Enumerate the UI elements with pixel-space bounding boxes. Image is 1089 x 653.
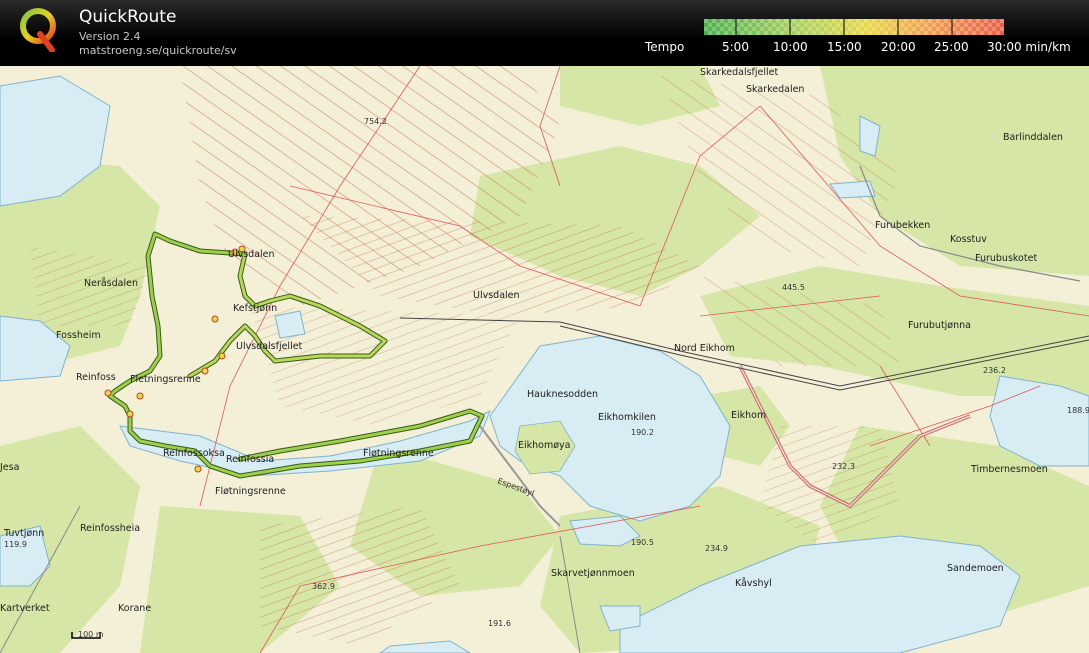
tempo-label: Tempo bbox=[645, 40, 685, 54]
place-label: Eikhomkilen bbox=[598, 412, 656, 423]
elevation-label: 232.3 bbox=[832, 462, 855, 471]
place-label: Sandemoen bbox=[947, 563, 1004, 574]
place-label: Fletningsrenne bbox=[130, 374, 201, 385]
app-header: QuickRoute Version 2.4 matstroeng.se/qui… bbox=[0, 0, 1089, 66]
place-label: Korane bbox=[118, 603, 151, 614]
elevation-label: 190.5 bbox=[631, 538, 654, 547]
place-label: Tuvtjønn bbox=[3, 528, 44, 539]
place-label: Kefstjønn bbox=[233, 303, 277, 314]
quickroute-logo-icon bbox=[20, 8, 56, 52]
place-label: Furubutjønna bbox=[908, 320, 971, 331]
place-label: Skarkedalsfjellet bbox=[700, 67, 778, 78]
place-label: Ulvsdalen bbox=[473, 290, 520, 301]
tempo-tick: 20:00 bbox=[881, 40, 916, 54]
elevation-label: 191.6 bbox=[488, 619, 511, 628]
elevation-label: 188.9 bbox=[1067, 406, 1089, 415]
elevation-label: 234.9 bbox=[705, 544, 728, 553]
app-url[interactable]: matstroeng.se/quickroute/sv bbox=[79, 44, 237, 57]
place-label: Jesa bbox=[0, 462, 19, 473]
place-label: Nord Eikhom bbox=[674, 343, 735, 354]
tempo-tick: 5:00 bbox=[722, 40, 749, 54]
elevation-label: 119.9 bbox=[4, 540, 27, 549]
place-label: Neråsdalen bbox=[84, 278, 138, 289]
elevation-label: 754.2 bbox=[364, 117, 387, 126]
elevation-label: 236.2 bbox=[983, 366, 1006, 375]
place-label: Kåvshyl bbox=[735, 578, 772, 589]
topographic-map[interactable]: Skarkedalsfjellet Skarkedalen Barlinddal… bbox=[0, 66, 1089, 653]
place-label: Furubekken bbox=[875, 220, 930, 231]
app-title: QuickRoute bbox=[79, 7, 177, 27]
place-label: Skarkedalen bbox=[746, 84, 804, 95]
place-label: Fløtningsrenne bbox=[363, 448, 434, 459]
tempo-tick: 10:00 bbox=[773, 40, 808, 54]
elevation-label: 190.2 bbox=[631, 428, 654, 437]
place-label: Ulvsdalsfjellet bbox=[236, 341, 303, 352]
tempo-tick: 15:00 bbox=[827, 40, 862, 54]
place-label: Eikhom bbox=[731, 410, 766, 421]
tempo-tick: 25:00 bbox=[934, 40, 969, 54]
place-label: Timbernesmoen bbox=[970, 464, 1048, 475]
place-label: Reinfoss bbox=[76, 372, 116, 383]
tempo-tick: 30:00 min/km bbox=[987, 40, 1071, 54]
place-label: Reinfossheia bbox=[80, 523, 140, 534]
place-label: Ulvsdalen bbox=[228, 249, 275, 260]
place-label: Reinfossoksa bbox=[163, 448, 225, 459]
elevation-label: 445.5 bbox=[782, 283, 805, 292]
place-label: Eikhomøya bbox=[518, 440, 571, 451]
scale-bar-label: 100 m bbox=[78, 630, 104, 639]
place-label: Kosstuv bbox=[950, 234, 987, 245]
place-label: Barlinddalen bbox=[1003, 132, 1063, 143]
tempo-color-scale bbox=[704, 19, 1004, 35]
place-label: Kartverket bbox=[0, 603, 50, 614]
app-version: Version 2.4 bbox=[79, 30, 141, 43]
place-label: Fossheim bbox=[56, 330, 101, 341]
elevation-label: 362.9 bbox=[312, 582, 335, 591]
place-label: Skarvetjønnmoen bbox=[551, 568, 635, 579]
place-label: Furubuskotet bbox=[975, 253, 1037, 264]
place-label: Hauknesodden bbox=[527, 389, 598, 400]
place-label: Reinfossia bbox=[226, 454, 274, 465]
place-label: Fløtningsrenne bbox=[215, 486, 286, 497]
